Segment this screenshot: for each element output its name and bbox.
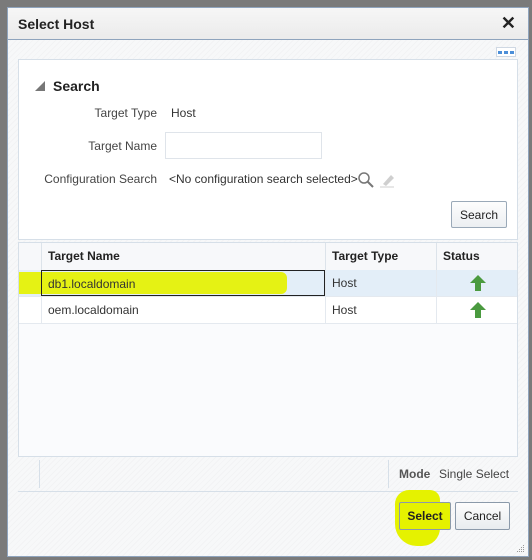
status-up-arrow-icon (470, 302, 486, 318)
footer-divider (388, 460, 389, 488)
search-section-toggle[interactable]: Search (35, 78, 100, 94)
column-header-target-name[interactable]: Target Name (41, 243, 325, 270)
more-options-icon[interactable] (496, 47, 516, 57)
target-type-cell: Host (325, 270, 436, 296)
table-row[interactable]: db1.localdomain Host (19, 270, 517, 297)
mode-value: Single Select (439, 467, 510, 481)
resize-grip-icon[interactable] (515, 543, 525, 553)
select-button[interactable]: Select (399, 502, 451, 530)
target-name-cell[interactable]: db1.localdomain (41, 270, 325, 296)
status-cell (436, 270, 517, 296)
configuration-search-value: <No configuration search selected> (169, 172, 358, 186)
status-cell (436, 297, 517, 323)
results-table: Target Name Target Type Status db1.local… (18, 242, 518, 457)
dialog-titlebar[interactable]: Select Host ✕ (8, 8, 528, 40)
configuration-search-label: Configuration Search (44, 172, 157, 186)
cancel-button[interactable]: Cancel (455, 502, 510, 530)
target-name-cell[interactable]: oem.localdomain (41, 297, 325, 323)
target-name-input[interactable] (165, 132, 322, 159)
search-header-label: Search (53, 78, 100, 94)
select-host-dialog: Select Host ✕ Search Target Type Host Ta… (7, 7, 529, 557)
table-footer: Mode Single Select (18, 457, 518, 492)
target-type-value: Host (171, 106, 196, 120)
column-header-status[interactable]: Status (436, 243, 517, 270)
search-button[interactable]: Search (451, 201, 507, 228)
search-icon[interactable] (357, 171, 375, 189)
collapse-triangle-icon (35, 81, 45, 91)
status-up-arrow-icon (470, 275, 486, 291)
table-row[interactable]: oem.localdomain Host (19, 297, 517, 324)
target-name-label: Target Name (88, 139, 157, 153)
target-type-cell: Host (325, 297, 436, 323)
search-panel: Search Target Type Host Target Name Conf… (18, 59, 518, 240)
dialog-title: Select Host (18, 16, 95, 32)
close-icon[interactable]: ✕ (501, 13, 516, 34)
table-header: Target Name Target Type Status (19, 243, 517, 271)
column-header-target-type[interactable]: Target Type (325, 243, 436, 270)
mode-label: Mode (399, 467, 431, 481)
footer-divider (39, 460, 40, 488)
target-type-label: Target Type (94, 106, 157, 120)
clear-eraser-icon[interactable] (379, 172, 395, 188)
